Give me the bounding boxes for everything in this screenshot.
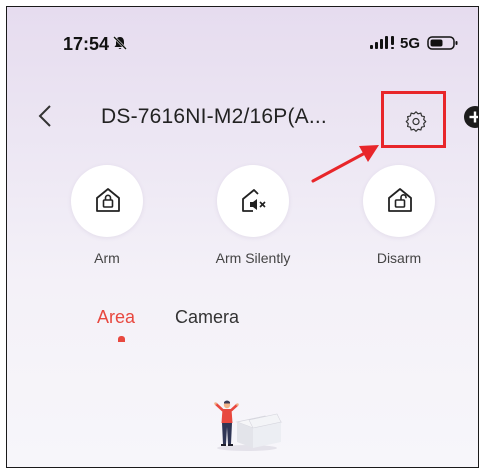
- status-time: 17:54: [63, 34, 110, 54]
- add-circle-icon[interactable]: [463, 105, 479, 129]
- network-type: 5G: [400, 35, 421, 52]
- tab-area[interactable]: Area: [97, 307, 135, 328]
- tab-active-indicator: [118, 336, 125, 342]
- empty-state-illustration: [214, 400, 283, 451]
- back-chevron-icon[interactable]: [35, 103, 55, 129]
- house-mute-icon: [242, 189, 266, 212]
- arm-silently-button[interactable]: Arm Silently: [198, 165, 308, 266]
- settings-button[interactable]: [381, 91, 446, 148]
- phone-screen: 17:54 5G DS-7616NI-M2/16P(A... Arm Arm S…: [6, 6, 479, 468]
- bell-off-icon: [113, 36, 127, 50]
- tab-camera[interactable]: Camera: [175, 307, 239, 328]
- arm-button[interactable]: Arm: [52, 165, 162, 266]
- house-lock-icon: [96, 188, 120, 212]
- arm-circle: [71, 165, 143, 237]
- house-unlock-icon: [388, 188, 412, 212]
- device-title: DS-7616NI-M2/16P(A...: [101, 105, 327, 128]
- battery-icon: [427, 36, 458, 50]
- cellular-signal-icon: [370, 36, 394, 49]
- disarm-circle: [363, 165, 435, 237]
- arm-label: Arm: [94, 250, 120, 266]
- arm-silently-label: Arm Silently: [215, 250, 291, 266]
- disarm-label: Disarm: [376, 250, 422, 266]
- gear-icon: [405, 111, 427, 132]
- disarm-button[interactable]: Disarm: [344, 165, 454, 266]
- arm-silently-circle: [217, 165, 289, 237]
